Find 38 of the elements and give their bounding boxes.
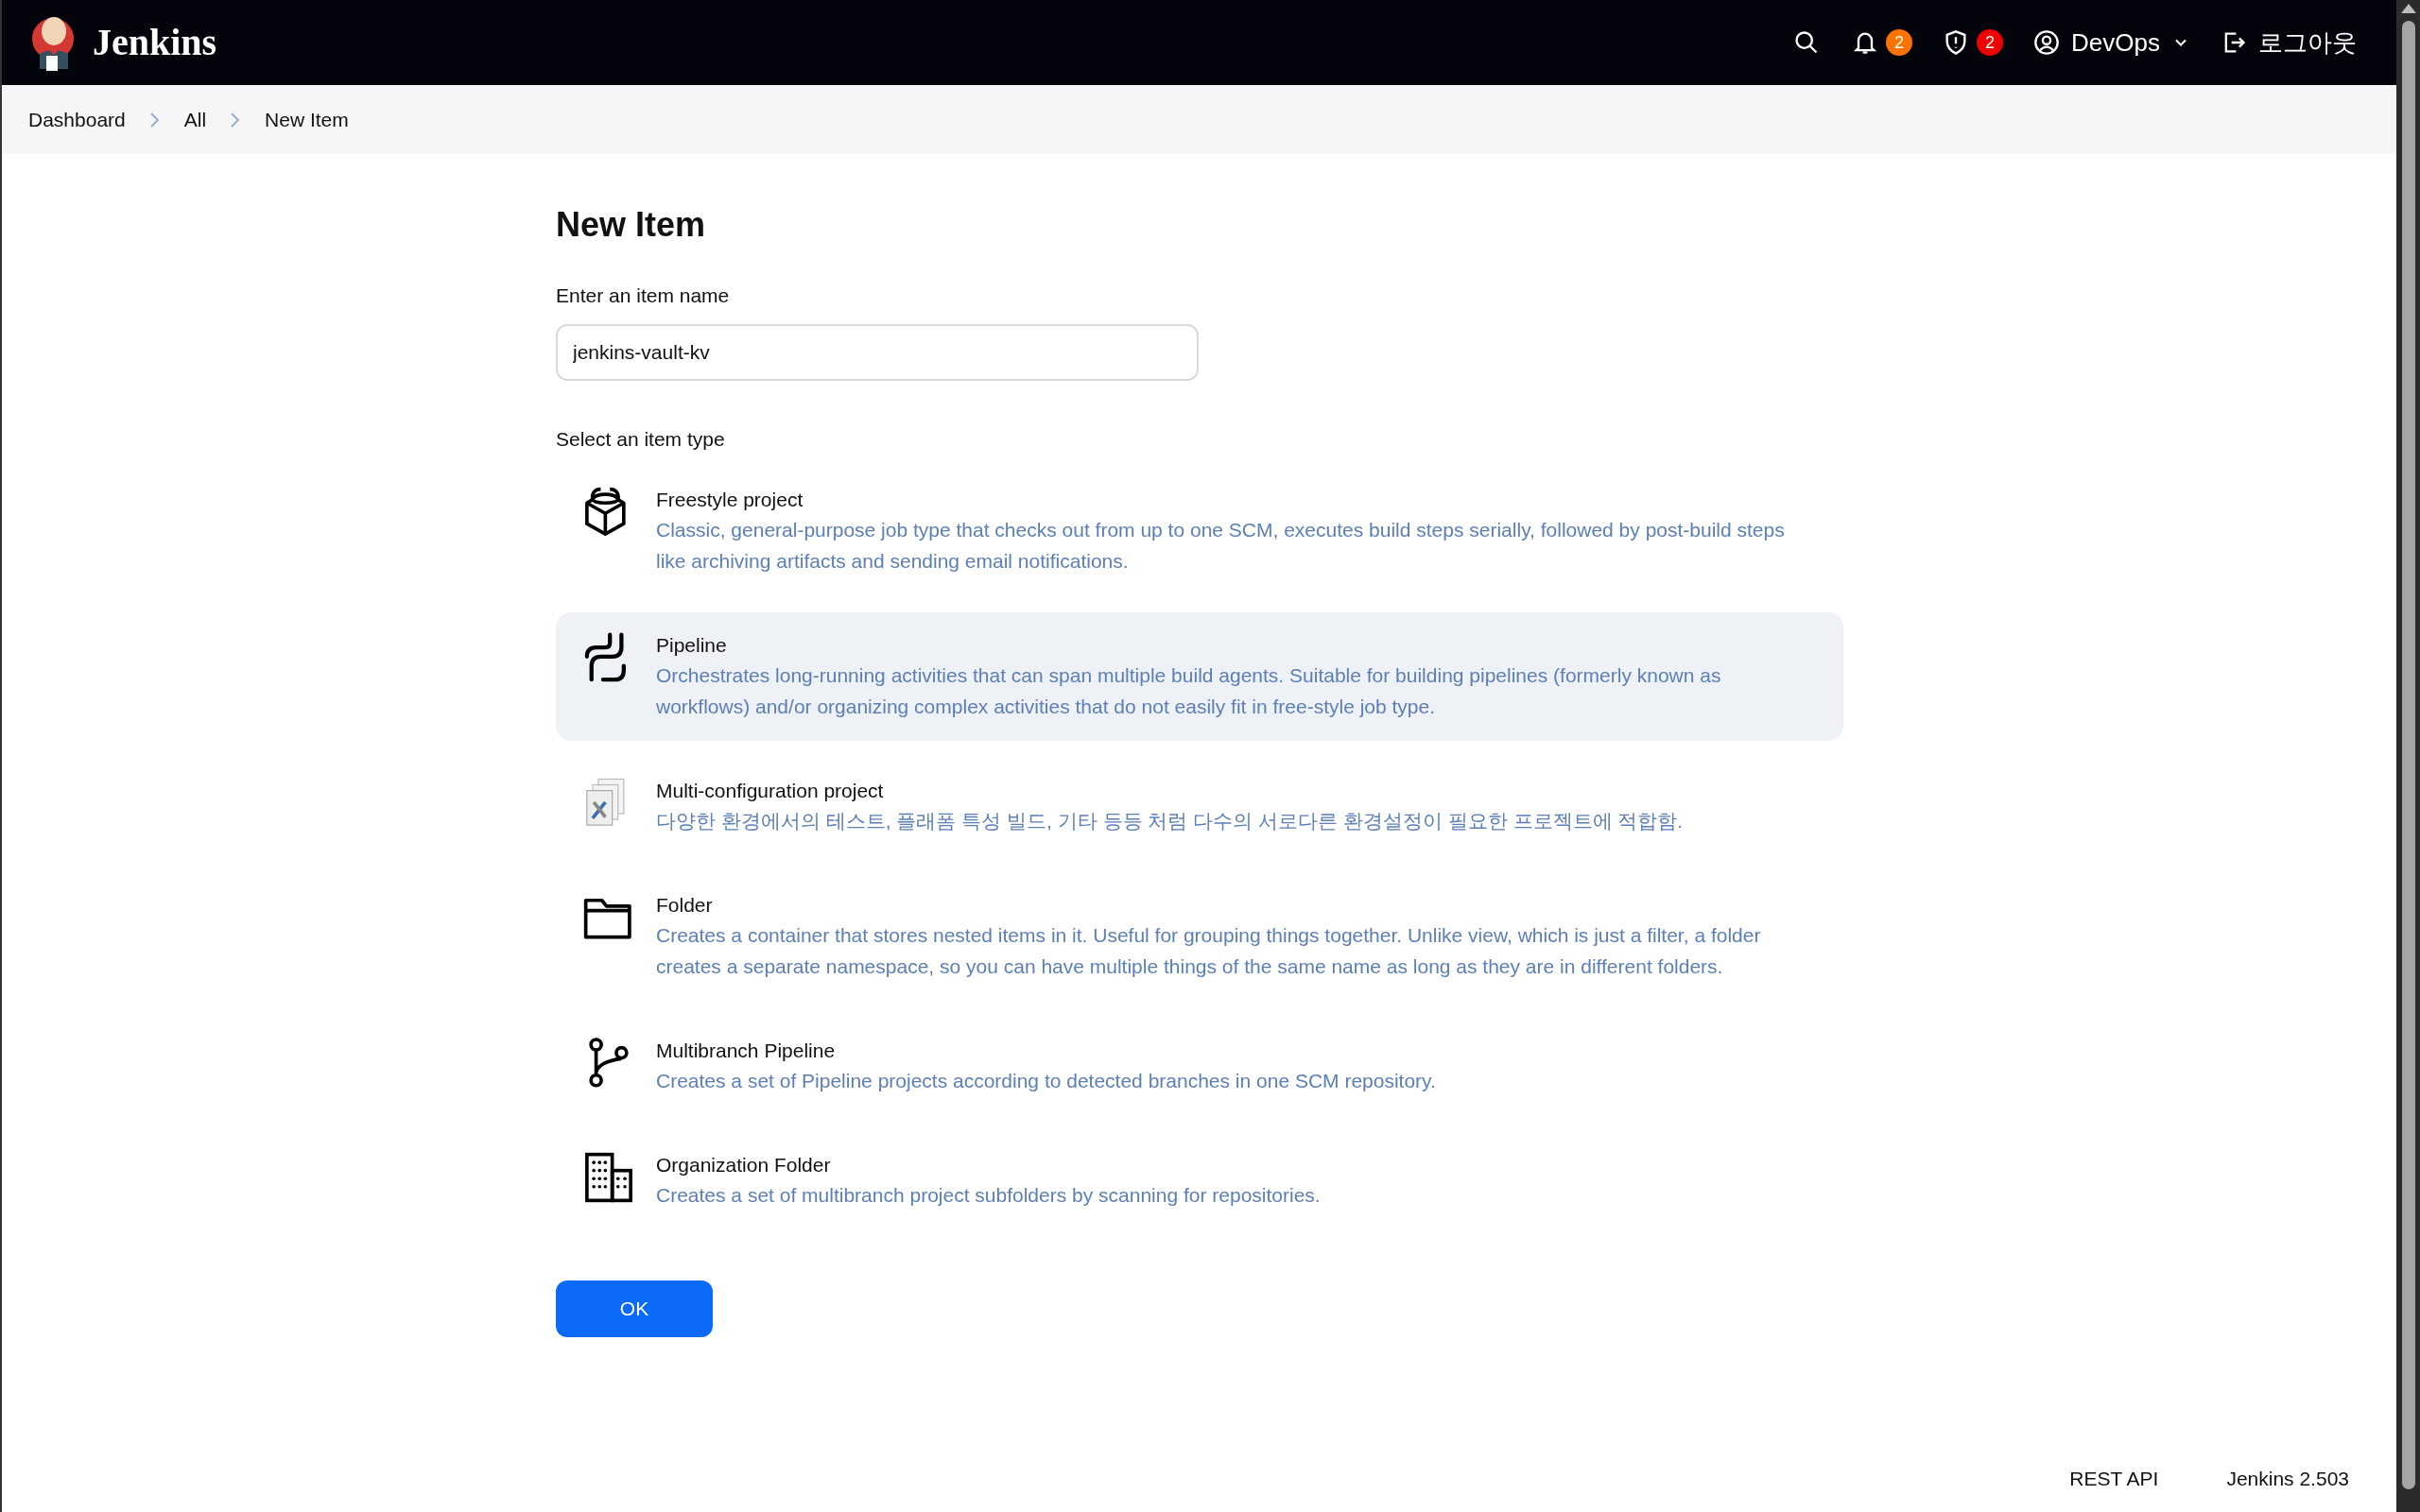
item-type-option[interactable]: Multi-configuration project 다양한 환경에서의 테스트, 플래폼 특성 빌드, 기타 등등 처럼 다수의 서로다른 환경설정이 필요한 프로젝트에 적합함. [556, 758, 1843, 855]
item-type-title: Organization Folder [656, 1153, 832, 1177]
breadcrumb-link[interactable]: Dashboard [28, 104, 126, 135]
security-button[interactable]: 2 [1931, 16, 2015, 69]
scrollbar-thumb[interactable] [2401, 21, 2415, 1489]
scrollbar[interactable] [2396, 0, 2420, 1512]
item-type-description: Creates a set of multibranch project subfolders by scanning for repositories. [656, 1183, 1321, 1208]
item-type-description: Creates a container that stores nested items in it. Useful for grouping things together. Unlike view, which is just a filter, a folder creates a separate namespace, so you can have multiple things of the same name as long as they are in different folders. [656, 923, 1762, 979]
item-type-title: Pipeline [656, 633, 728, 658]
buildings-icon [582, 1151, 635, 1204]
chevron-right-icon [147, 110, 162, 129]
scroll-up-icon[interactable] [2400, 4, 2416, 13]
security-count: 2 [1977, 29, 2004, 56]
version-link[interactable]: Jenkins 2.503 [2226, 1464, 2349, 1494]
user-menu[interactable]: DevOps [2022, 16, 2202, 69]
item-type-title: Multibranch Pipeline [656, 1039, 837, 1063]
item-type-option[interactable]: Organization Folder Creates a set of multibranch project subfolders by scanning for repositories. [556, 1132, 1843, 1229]
notification-count: 2 [1886, 29, 1913, 56]
item-type-description: 다양한 환경에서의 테스트, 플래폼 특성 빌드, 기타 등등 처럼 다수의 서로다른 환경설정이 필요한 프로젝트에 적합함. [656, 809, 1684, 833]
section-label: Select an item type [556, 426, 726, 452]
logout-button[interactable]: 로그아웃 [2209, 16, 2368, 69]
page-title: New Item [556, 204, 707, 246]
item-name-field[interactable]: jenkins-vault-kv [556, 323, 1199, 381]
item-type-option[interactable]: Multibranch Pipeline Creates a set of Pipeline projects according to detected branches in one SCM repository. [556, 1018, 1843, 1115]
jenkins-wordmark[interactable]: Jenkins [93, 14, 217, 71]
breadcrumb-link[interactable]: New Item [265, 104, 349, 135]
item-type-option[interactable] [556, 612, 1843, 741]
item-type-title: Multi-configuration project [656, 779, 885, 803]
item-type-title: Folder [656, 893, 714, 918]
item-type-title: Freestyle project [656, 488, 804, 512]
breadcrumb-link[interactable]: All [183, 104, 207, 135]
rest-api-link[interactable]: REST API [2069, 1464, 2159, 1494]
item-type-description: Creates a set of Pipeline projects according to detected branches in one SCM repository. [656, 1069, 1436, 1093]
user-icon [2033, 29, 2061, 56]
ok-button[interactable]: OK [556, 1280, 713, 1337]
field-label: Enter an item name [556, 284, 731, 308]
item-type-description: Classic, general-purpose job type that checks out from up to one SCM, executes build steps serially, followed by post-build steps like archiving artifacts and sending email notifications. [656, 518, 1786, 574]
item-type-description: Orchestrates long-running activities that can span multiple build agents. Suitable for building pipelines (formerly known as workflows) and/or organizing complex activities that do not easily fit in free-style job type. [656, 663, 1722, 719]
